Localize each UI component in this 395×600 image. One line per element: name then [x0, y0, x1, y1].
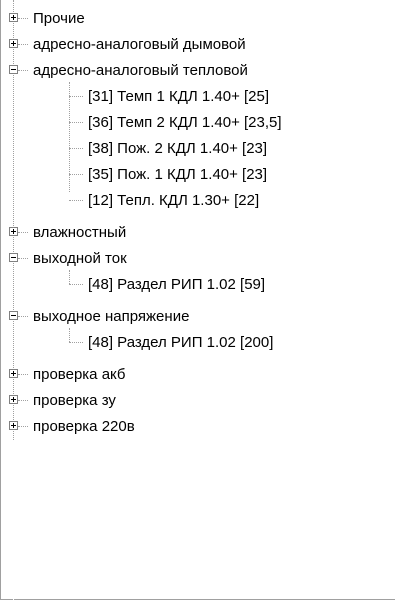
tree-leaf[interactable]: [31] Темп 1 КДЛ 1.40+ [25] — [1, 85, 395, 111]
tree-connector — [18, 232, 28, 234]
tree-node-label[interactable]: Прочие — [32, 10, 86, 27]
tree-node-label[interactable]: влажностный — [32, 224, 127, 241]
tree-leaf[interactable]: [48] Раздел РИП 1.02 [200] — [1, 331, 395, 357]
tree-connector — [18, 258, 28, 260]
tree-node-heat[interactable]: адресно-аналоговый тепловой — [1, 59, 395, 85]
tree-node-charger-check[interactable]: проверка зу — [1, 389, 395, 415]
tree-node-label[interactable]: проверка акб — [32, 366, 127, 383]
tree-leaf-label[interactable]: [36] Темп 2 КДЛ 1.40+ [23,5] — [87, 114, 283, 131]
tree-leaf[interactable]: [48] Раздел РИП 1.02 [59] — [1, 273, 395, 299]
tree-connector — [69, 96, 83, 98]
tree-node-mains-check[interactable]: проверка 220в — [1, 415, 395, 441]
tree-connector — [69, 342, 83, 344]
tree-leaf[interactable]: [35] Пож. 1 КДЛ 1.40+ [23] — [1, 163, 395, 189]
tree-connector — [69, 200, 83, 202]
tree-leaf[interactable]: [38] Пож. 2 КДЛ 1.40+ [23] — [1, 137, 395, 163]
tree-node-label[interactable]: проверка 220в — [32, 418, 136, 435]
tree-connector — [18, 374, 28, 376]
expand-plus-icon[interactable] — [9, 39, 18, 48]
tree-leaf-label[interactable]: [48] Раздел РИП 1.02 [200] — [87, 334, 274, 351]
tree-connector — [18, 44, 28, 46]
tree-node-battery-check[interactable]: проверка акб — [1, 363, 395, 389]
tree-node-label[interactable]: адресно-аналоговый дымовой — [32, 36, 247, 53]
tree-connector — [69, 148, 83, 150]
tree-connector — [18, 70, 28, 72]
tree-node-prochie[interactable]: Прочие — [1, 7, 395, 33]
expand-plus-icon[interactable] — [9, 369, 18, 378]
tree-node-output-current[interactable]: выходной ток — [1, 247, 395, 273]
expand-plus-icon[interactable] — [9, 395, 18, 404]
tree-connector — [69, 284, 83, 286]
tree-view[interactable]: Прочие адресно-аналоговый дымовой адресн… — [0, 0, 395, 600]
expand-plus-icon[interactable] — [9, 227, 18, 236]
tree-connector — [69, 122, 83, 124]
tree-node-humidity[interactable]: влажностный — [1, 221, 395, 247]
tree-connector — [69, 174, 83, 176]
tree-connector — [13, 440, 15, 600]
tree-leaf-label[interactable]: [35] Пож. 1 КДЛ 1.40+ [23] — [87, 166, 268, 183]
tree-leaf-label[interactable]: [48] Раздел РИП 1.02 [59] — [87, 276, 266, 293]
tree-leaf[interactable]: [36] Темп 2 КДЛ 1.40+ [23,5] — [1, 111, 395, 137]
tree-leaf-label[interactable]: [12] Тепл. КДЛ 1.30+ [22] — [87, 192, 260, 209]
tree-leaf-label[interactable]: [38] Пож. 2 КДЛ 1.40+ [23] — [87, 140, 268, 157]
tree-connector — [18, 400, 28, 402]
collapse-minus-icon[interactable] — [9, 253, 18, 262]
tree-connector — [18, 426, 28, 428]
tree-leaf-label[interactable]: [31] Темп 1 КДЛ 1.40+ [25] — [87, 88, 270, 105]
tree-node-output-voltage[interactable]: выходное напряжение — [1, 305, 395, 331]
tree-connector — [18, 316, 28, 318]
tree-node-label[interactable]: проверка зу — [32, 392, 117, 409]
tree-connector — [18, 18, 28, 20]
tree-node-label[interactable]: выходной ток — [32, 250, 128, 267]
expand-plus-icon[interactable] — [9, 421, 18, 430]
tree-node-label[interactable]: выходное напряжение — [32, 308, 190, 325]
tree-node-label[interactable]: адресно-аналоговый тепловой — [32, 62, 249, 79]
collapse-minus-icon[interactable] — [9, 311, 18, 320]
collapse-minus-icon[interactable] — [9, 65, 18, 74]
tree-node-smoke[interactable]: адресно-аналоговый дымовой — [1, 33, 395, 59]
tree-leaf[interactable]: [12] Тепл. КДЛ 1.30+ [22] — [1, 189, 395, 215]
expand-plus-icon[interactable] — [9, 13, 18, 22]
